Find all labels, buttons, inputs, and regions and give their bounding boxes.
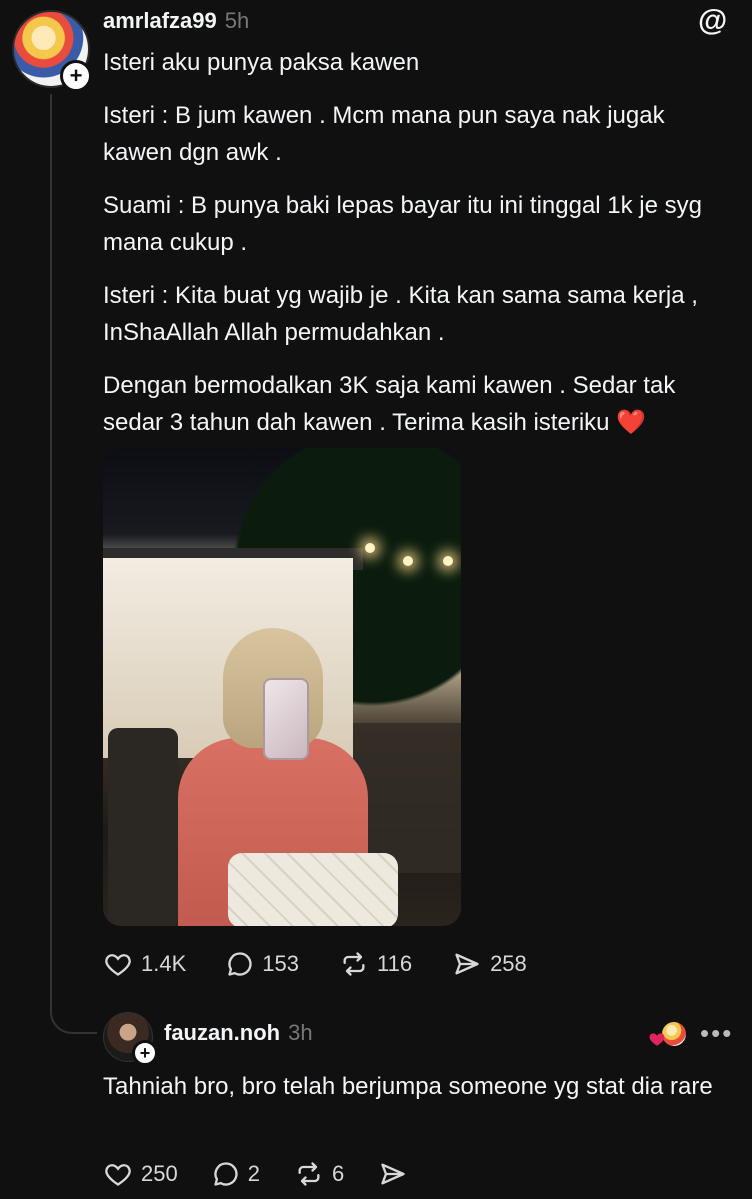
reply-author-username[interactable]: fauzan.noh	[164, 1020, 280, 1046]
reply-text: Tahniah bro, bro telah berjumpa someone …	[103, 1073, 713, 1100]
send-icon	[381, 1163, 405, 1185]
reply-button[interactable]: 153	[226, 950, 299, 978]
reply-repost-button[interactable]: 6	[294, 1160, 344, 1188]
repost-icon	[298, 1162, 320, 1186]
reply-follow-plus-icon[interactable]: +	[132, 1040, 158, 1066]
post-body: Isteri aku punya paksa kawen Isteri : B …	[103, 44, 733, 457]
reply-time: 3h	[288, 1020, 313, 1045]
reply-reply-button[interactable]: 2	[212, 1160, 260, 1188]
more-icon[interactable]: •••	[700, 1018, 733, 1049]
reply-like-count: 250	[141, 1161, 178, 1186]
like-count: 1.4K	[141, 951, 187, 976]
heart-icon	[105, 954, 131, 976]
heart-icon	[649, 1033, 665, 1046]
photo-light	[443, 556, 453, 566]
like-button[interactable]: 1.4K	[103, 950, 186, 978]
repost-count: 116	[376, 951, 413, 976]
thread-line-curve	[50, 990, 97, 1034]
send-icon	[455, 953, 479, 975]
comment-icon	[228, 952, 252, 976]
photo-bag	[228, 853, 398, 926]
reply-like-button[interactable]: 250	[103, 1160, 178, 1188]
repost-button[interactable]: 116	[339, 950, 412, 978]
post-actions: 1.4K 153 116 258	[103, 950, 567, 978]
comment-icon	[214, 1162, 238, 1186]
reply-reply-count: 2	[247, 1161, 260, 1186]
repost-icon	[343, 952, 365, 976]
post-paragraph: Isteri aku punya paksa kawen	[103, 49, 420, 76]
reply-actions: 250 2 6	[103, 1160, 456, 1188]
liked-by-author-indicator	[648, 1022, 688, 1048]
reply-count: 153	[262, 951, 299, 976]
share-button[interactable]: 258	[452, 950, 527, 978]
photo-light	[365, 543, 375, 553]
author-username[interactable]: amrlafza99	[103, 8, 217, 34]
reply-repost-count: 6	[331, 1161, 345, 1186]
post-paragraph: Suami : B punya baki lepas bayar itu ini…	[103, 192, 703, 256]
post-paragraph: Isteri : Kita buat yg wajib je . Kita ka…	[103, 282, 698, 346]
post-time: 5h	[224, 8, 250, 33]
reply-share-button[interactable]	[378, 1160, 416, 1188]
follow-plus-icon[interactable]: +	[60, 60, 92, 92]
photo-light	[403, 556, 413, 566]
post-paragraph: Isteri : B jum kawen . Mcm mana pun saya…	[103, 102, 665, 166]
share-count: 258	[490, 951, 527, 976]
photo-person	[178, 628, 398, 926]
heart-icon	[105, 1164, 131, 1186]
reply-header: fauzan.noh 3h	[164, 1020, 313, 1046]
photo-chair	[108, 728, 178, 926]
thread-line	[50, 94, 52, 1014]
post-photo[interactable]	[103, 448, 461, 926]
photo-phone	[263, 678, 309, 760]
post-paragraph: Dengan bermodalkan 3K saja kami kawen . …	[103, 372, 676, 436]
post-header: amrlafza99 5h	[103, 8, 249, 34]
threads-logo-icon[interactable]: @	[698, 4, 727, 38]
photo-table	[353, 723, 461, 873]
